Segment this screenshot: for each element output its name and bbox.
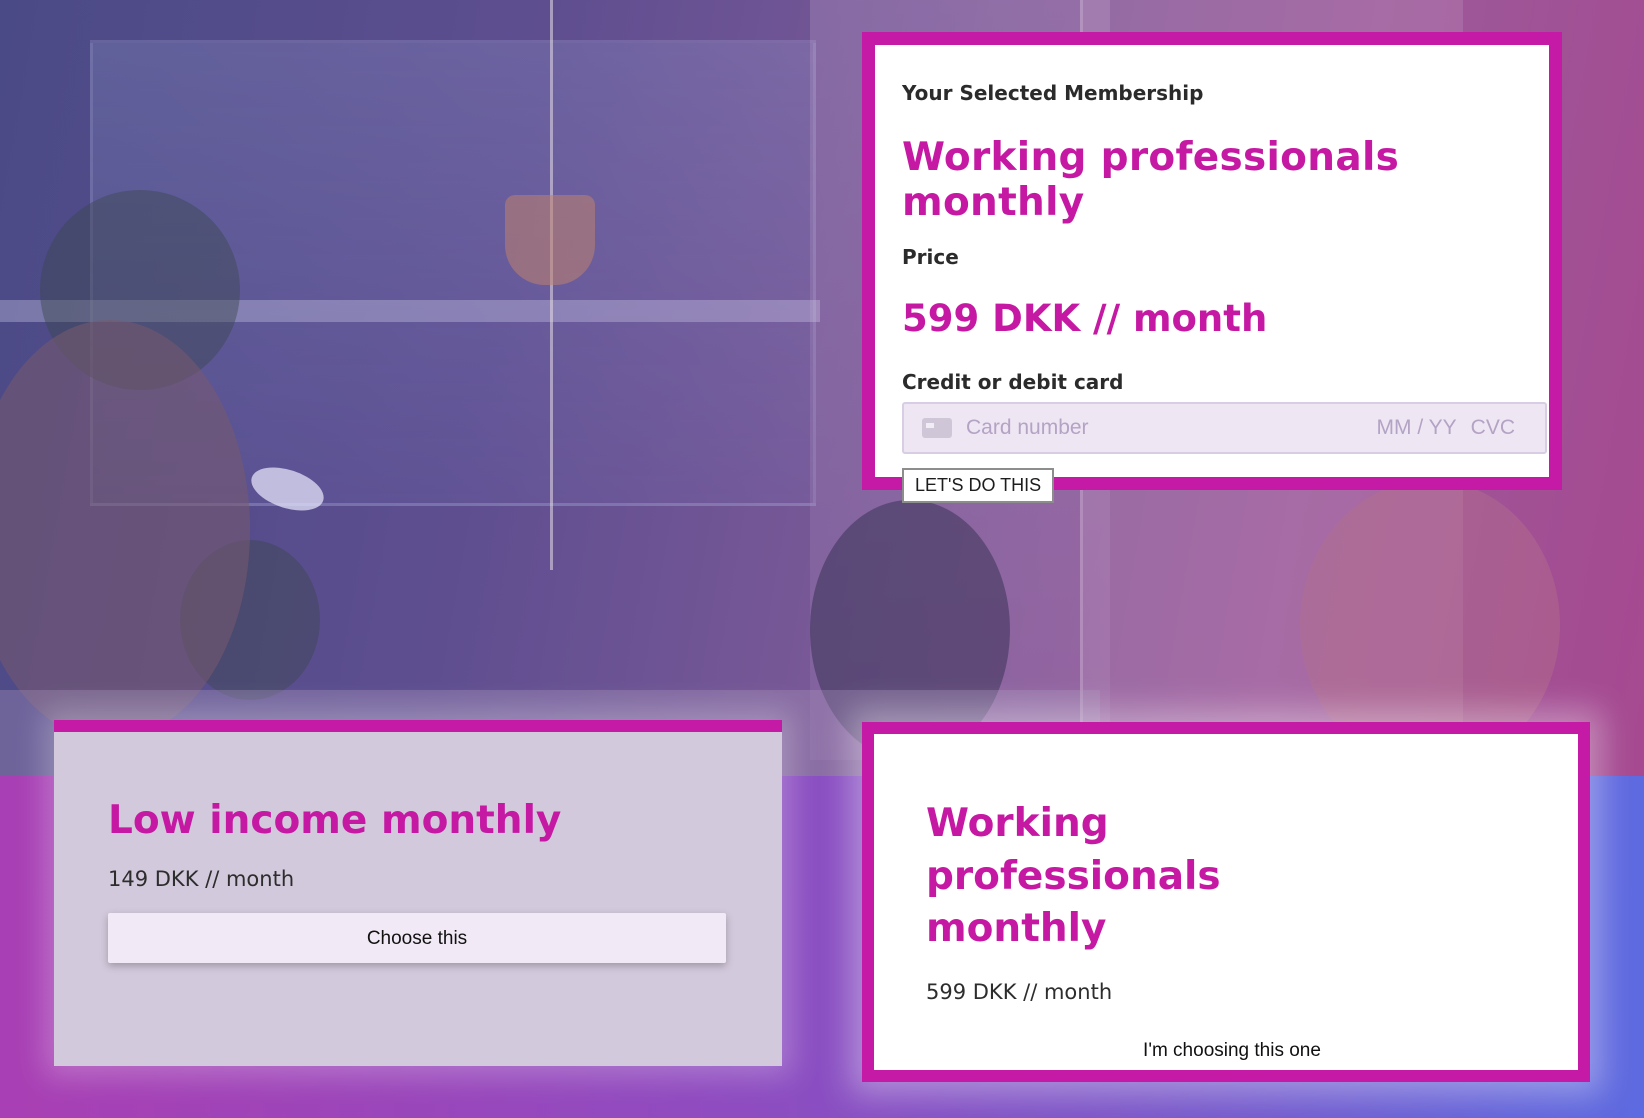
selected-membership-heading: Your Selected Membership [902, 81, 1204, 105]
card-number-placeholder: Card number [966, 416, 1089, 439]
plan-card-low-income: Low income monthly 149 DKK // month Choo… [54, 720, 782, 1066]
selected-plan-price: 599 DKK // month [902, 297, 1268, 340]
expiry-placeholder: MM / YY [1376, 416, 1457, 439]
card-field-label: Credit or debit card [902, 370, 1124, 394]
plan-name: Working professionals monthly [926, 801, 1221, 952]
price-label: Price [902, 245, 959, 269]
submit-payment-button[interactable]: LET'S DO THIS [902, 468, 1055, 503]
selected-plan-name: Working professionals monthly [902, 135, 1400, 225]
plan-price: 599 DKK // month [926, 979, 1113, 1004]
credit-card-icon [922, 418, 952, 438]
choose-plan-button[interactable]: Choose this [108, 913, 726, 963]
plan-card-working-professionals: Working professionals monthly 599 DKK //… [862, 722, 1590, 1082]
selected-membership-panel: Your Selected Membership Working profess… [862, 32, 1562, 503]
plan-name: Low income monthly [108, 798, 562, 843]
plan-price: 149 DKK // month [108, 867, 295, 891]
cvc-placeholder: CVC [1470, 416, 1515, 439]
card-number-input[interactable]: Card number MM / YY CVC [902, 402, 1547, 454]
choosing-plan-button[interactable]: I'm choosing this one [926, 1040, 1538, 1062]
